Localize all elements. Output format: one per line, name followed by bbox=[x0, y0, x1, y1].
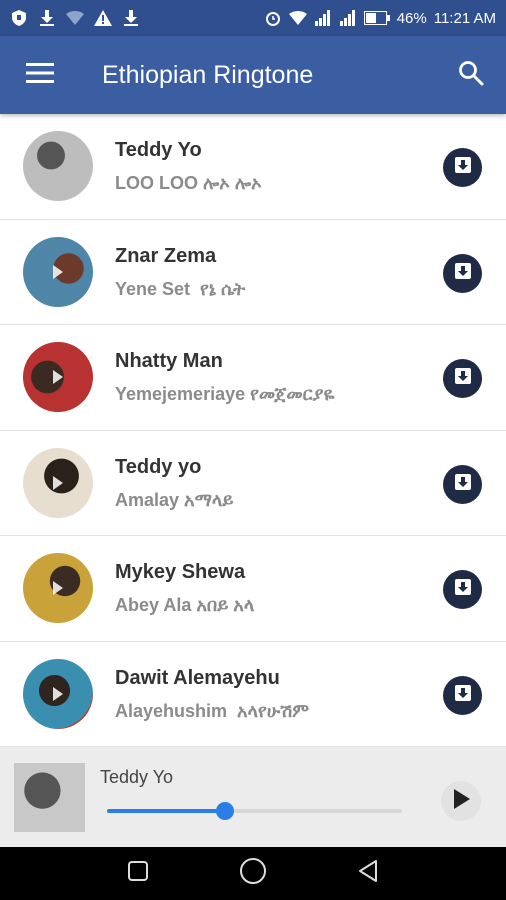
warning-icon bbox=[94, 9, 112, 27]
download-icon bbox=[38, 9, 56, 27]
play-icon bbox=[53, 370, 63, 384]
download-icon bbox=[122, 9, 140, 27]
avatar bbox=[23, 236, 93, 307]
clock: 11:21 AM bbox=[433, 9, 496, 27]
signal-icon bbox=[314, 9, 332, 27]
play-icon bbox=[53, 475, 63, 490]
download-icon bbox=[454, 473, 472, 496]
search-button[interactable] bbox=[436, 36, 506, 114]
song-title: Abey Ala አበይ አላ bbox=[115, 595, 255, 615]
recent-apps-button[interactable] bbox=[118, 854, 158, 894]
download-icon bbox=[454, 684, 472, 707]
home-icon bbox=[239, 857, 267, 890]
seek-bar[interactable] bbox=[107, 802, 402, 820]
home-button[interactable] bbox=[233, 854, 273, 894]
wifi-icon bbox=[288, 9, 307, 27]
artist-name: Dawit Alemayehu bbox=[115, 666, 280, 689]
download-button[interactable] bbox=[443, 675, 482, 715]
song-list: Teddy Yo LOO LOO ሎኦ ሎኦ Znar Zema Yene Se… bbox=[0, 114, 506, 747]
signal-icon bbox=[339, 9, 357, 27]
artist-name: Teddy Yo bbox=[115, 139, 202, 161]
seek-handle[interactable] bbox=[216, 802, 234, 820]
list-item[interactable]: Teddy yo Amalay አማላይ bbox=[0, 431, 506, 536]
search-icon bbox=[458, 60, 484, 91]
menu-button[interactable] bbox=[0, 36, 80, 114]
play-button[interactable] bbox=[441, 781, 481, 821]
shield-icon bbox=[10, 9, 28, 27]
play-icon bbox=[53, 264, 63, 279]
download-icon bbox=[454, 367, 472, 390]
list-item[interactable]: Dawit Alemayehu Alayehushim አላየሁሽም bbox=[0, 642, 506, 747]
player-title: Teddy Yo bbox=[100, 767, 174, 787]
download-icon bbox=[454, 156, 472, 179]
app-title: Ethiopian Ringtone bbox=[102, 60, 314, 89]
status-bar: 46% 11:21 AM bbox=[0, 0, 506, 36]
play-icon bbox=[53, 686, 63, 701]
seek-progress bbox=[107, 809, 225, 813]
battery-percent: 46% bbox=[396, 9, 427, 27]
menu-icon bbox=[26, 62, 54, 89]
download-icon bbox=[454, 262, 472, 285]
app-bar: Ethiopian Ringtone bbox=[0, 36, 506, 114]
artist-name: Teddy yo bbox=[115, 455, 202, 478]
avatar bbox=[23, 131, 93, 201]
song-title: Yene Set የኔ ሴት bbox=[115, 278, 246, 299]
avatar bbox=[23, 447, 93, 518]
list-item[interactable]: Nhatty Man Yemejemeriaye የመጀመርያዬ bbox=[0, 325, 506, 431]
battery-icon bbox=[363, 9, 390, 27]
list-item[interactable]: Teddy Yo LOO LOO ሎኦ ሎኦ bbox=[0, 114, 506, 220]
list-item[interactable]: Mykey Shewa Abey Ala አበይ አላ bbox=[0, 536, 506, 642]
navigation-bar bbox=[0, 847, 506, 900]
mini-player: Teddy Yo bbox=[0, 747, 506, 847]
artist-name: Mykey Shewa bbox=[115, 561, 246, 583]
song-title: Yemejemeriaye የመጀመርያዬ bbox=[115, 384, 335, 404]
list-item[interactable]: Znar Zema Yene Set የኔ ሴት bbox=[0, 220, 506, 325]
download-button[interactable] bbox=[443, 570, 482, 609]
play-icon bbox=[53, 581, 63, 595]
wifi-off-icon bbox=[66, 9, 84, 27]
download-button[interactable] bbox=[443, 464, 482, 504]
play-icon bbox=[452, 788, 470, 814]
recent-apps-icon bbox=[127, 860, 149, 887]
download-button[interactable] bbox=[443, 359, 482, 398]
artist-name: Znar Zema bbox=[115, 244, 217, 267]
avatar bbox=[23, 553, 93, 623]
player-thumbnail bbox=[14, 763, 85, 832]
alarm-icon bbox=[264, 9, 282, 27]
download-button[interactable] bbox=[443, 148, 482, 187]
download-icon bbox=[454, 578, 472, 601]
download-button[interactable] bbox=[443, 253, 482, 293]
song-title: Amalay አማላይ bbox=[115, 489, 234, 510]
back-button[interactable] bbox=[348, 854, 388, 894]
back-icon bbox=[357, 859, 379, 888]
avatar bbox=[23, 658, 93, 729]
song-title: Alayehushim አላየሁሽም bbox=[115, 700, 310, 721]
song-title: LOO LOO ሎኦ ሎኦ bbox=[115, 173, 262, 193]
avatar bbox=[23, 342, 93, 412]
artist-name: Nhatty Man bbox=[115, 350, 223, 372]
